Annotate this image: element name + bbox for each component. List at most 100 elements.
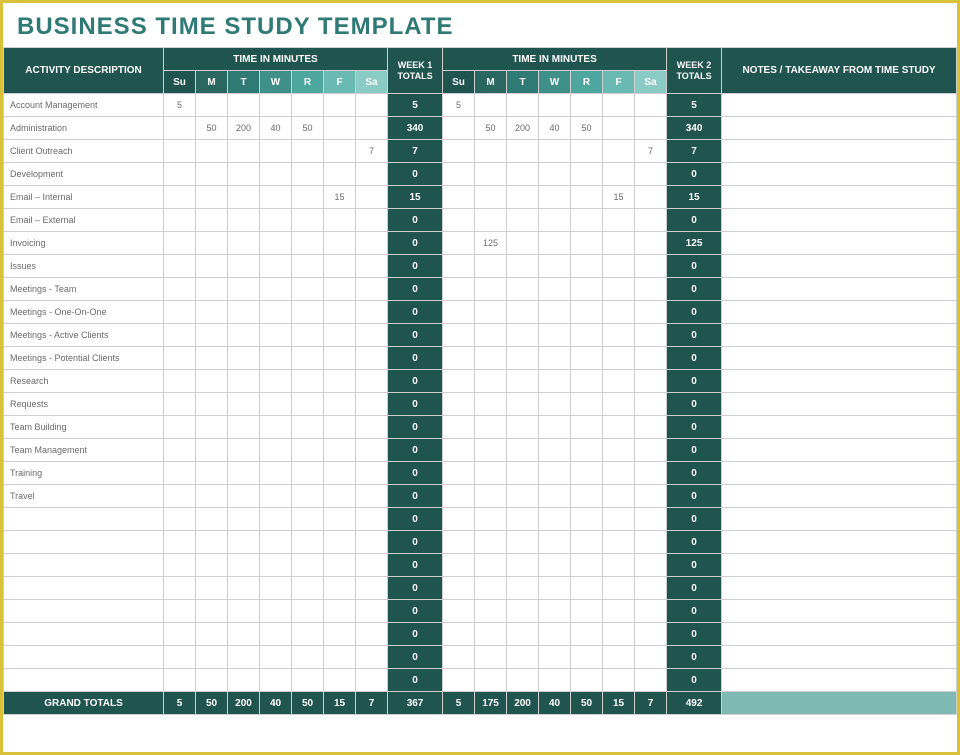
w2-day-cell[interactable] xyxy=(507,669,539,692)
w2-day-cell[interactable] xyxy=(539,646,571,669)
w2-day-cell[interactable] xyxy=(603,577,635,600)
w1-day-cell[interactable] xyxy=(228,485,260,508)
w1-day-cell[interactable] xyxy=(228,531,260,554)
w2-day-cell[interactable] xyxy=(635,577,667,600)
w2-day-cell[interactable] xyxy=(539,370,571,393)
w1-day-cell[interactable] xyxy=(292,163,324,186)
activity-cell[interactable]: Email – Internal xyxy=(4,186,164,209)
w1-day-cell[interactable] xyxy=(164,393,196,416)
w1-day-cell[interactable] xyxy=(260,600,292,623)
w2-day-cell[interactable] xyxy=(443,393,475,416)
w2-day-cell[interactable] xyxy=(603,347,635,370)
w2-day-cell[interactable] xyxy=(507,209,539,232)
w2-day-cell[interactable] xyxy=(507,508,539,531)
w1-day-cell[interactable] xyxy=(324,554,356,577)
w2-day-cell[interactable] xyxy=(475,370,507,393)
w2-day-cell[interactable] xyxy=(571,393,603,416)
w1-day-cell[interactable]: 5 xyxy=(164,94,196,117)
notes-cell[interactable] xyxy=(722,370,957,393)
w1-day-cell[interactable] xyxy=(228,577,260,600)
w1-day-cell[interactable] xyxy=(196,232,228,255)
w2-day-cell[interactable] xyxy=(571,278,603,301)
w1-day-cell[interactable] xyxy=(292,600,324,623)
w1-day-cell[interactable] xyxy=(196,600,228,623)
w2-day-cell[interactable] xyxy=(443,255,475,278)
w2-day-cell[interactable] xyxy=(635,462,667,485)
w2-day-cell[interactable] xyxy=(475,462,507,485)
notes-cell[interactable] xyxy=(722,255,957,278)
w1-day-cell[interactable]: 50 xyxy=(292,117,324,140)
activity-cell[interactable]: Requests xyxy=(4,393,164,416)
w1-day-cell[interactable] xyxy=(196,439,228,462)
notes-cell[interactable] xyxy=(722,301,957,324)
w1-day-cell[interactable] xyxy=(324,278,356,301)
w2-day-cell[interactable] xyxy=(635,508,667,531)
w2-day-cell[interactable] xyxy=(539,508,571,531)
w1-day-cell[interactable] xyxy=(356,508,388,531)
w1-day-cell[interactable] xyxy=(196,255,228,278)
w2-day-cell[interactable] xyxy=(603,439,635,462)
w1-day-cell[interactable] xyxy=(260,370,292,393)
w2-day-cell[interactable]: 200 xyxy=(507,117,539,140)
w1-day-cell[interactable] xyxy=(260,255,292,278)
notes-cell[interactable] xyxy=(722,186,957,209)
notes-cell[interactable] xyxy=(722,94,957,117)
w1-day-cell[interactable] xyxy=(260,94,292,117)
w1-day-cell[interactable] xyxy=(164,669,196,692)
activity-cell[interactable] xyxy=(4,669,164,692)
w1-day-cell[interactable] xyxy=(228,416,260,439)
activity-cell[interactable] xyxy=(4,577,164,600)
w1-day-cell[interactable] xyxy=(356,439,388,462)
w2-day-cell[interactable] xyxy=(507,393,539,416)
w1-day-cell[interactable] xyxy=(292,255,324,278)
w1-day-cell[interactable] xyxy=(196,347,228,370)
activity-cell[interactable]: Email – External xyxy=(4,209,164,232)
notes-cell[interactable] xyxy=(722,508,957,531)
w1-day-cell[interactable] xyxy=(324,439,356,462)
w2-day-cell[interactable] xyxy=(443,669,475,692)
activity-cell[interactable]: Team Management xyxy=(4,439,164,462)
w1-day-cell[interactable] xyxy=(260,485,292,508)
w1-day-cell[interactable] xyxy=(228,140,260,163)
w2-day-cell[interactable] xyxy=(443,577,475,600)
w2-day-cell[interactable] xyxy=(571,324,603,347)
w2-day-cell[interactable] xyxy=(507,531,539,554)
w2-day-cell[interactable] xyxy=(507,485,539,508)
w1-day-cell[interactable] xyxy=(292,324,324,347)
w1-day-cell[interactable] xyxy=(324,140,356,163)
w1-day-cell[interactable] xyxy=(292,439,324,462)
w1-day-cell[interactable] xyxy=(260,301,292,324)
w2-day-cell[interactable] xyxy=(475,186,507,209)
activity-cell[interactable]: Research xyxy=(4,370,164,393)
w2-day-cell[interactable] xyxy=(603,301,635,324)
w2-day-cell[interactable] xyxy=(539,163,571,186)
w1-day-cell[interactable] xyxy=(324,209,356,232)
w2-day-cell[interactable] xyxy=(443,324,475,347)
w1-day-cell[interactable] xyxy=(196,186,228,209)
w1-day-cell[interactable] xyxy=(260,209,292,232)
w1-day-cell[interactable] xyxy=(292,301,324,324)
w1-day-cell[interactable] xyxy=(292,462,324,485)
w1-day-cell[interactable] xyxy=(260,531,292,554)
w2-day-cell[interactable] xyxy=(507,370,539,393)
notes-cell[interactable] xyxy=(722,600,957,623)
w2-day-cell[interactable] xyxy=(539,232,571,255)
w2-day-cell[interactable] xyxy=(539,577,571,600)
w2-day-cell[interactable] xyxy=(603,554,635,577)
activity-cell[interactable] xyxy=(4,600,164,623)
notes-cell[interactable] xyxy=(722,140,957,163)
w1-day-cell[interactable] xyxy=(260,347,292,370)
w2-day-cell[interactable] xyxy=(475,669,507,692)
w2-day-cell[interactable] xyxy=(603,623,635,646)
w2-day-cell[interactable] xyxy=(603,508,635,531)
w2-day-cell[interactable] xyxy=(443,140,475,163)
w2-day-cell[interactable] xyxy=(443,600,475,623)
w1-day-cell[interactable] xyxy=(292,416,324,439)
w2-day-cell[interactable] xyxy=(571,163,603,186)
w1-day-cell[interactable] xyxy=(196,508,228,531)
w1-day-cell[interactable] xyxy=(292,577,324,600)
activity-cell[interactable]: Invoicing xyxy=(4,232,164,255)
w1-day-cell[interactable] xyxy=(324,117,356,140)
w2-day-cell[interactable] xyxy=(475,508,507,531)
w1-day-cell[interactable] xyxy=(324,232,356,255)
